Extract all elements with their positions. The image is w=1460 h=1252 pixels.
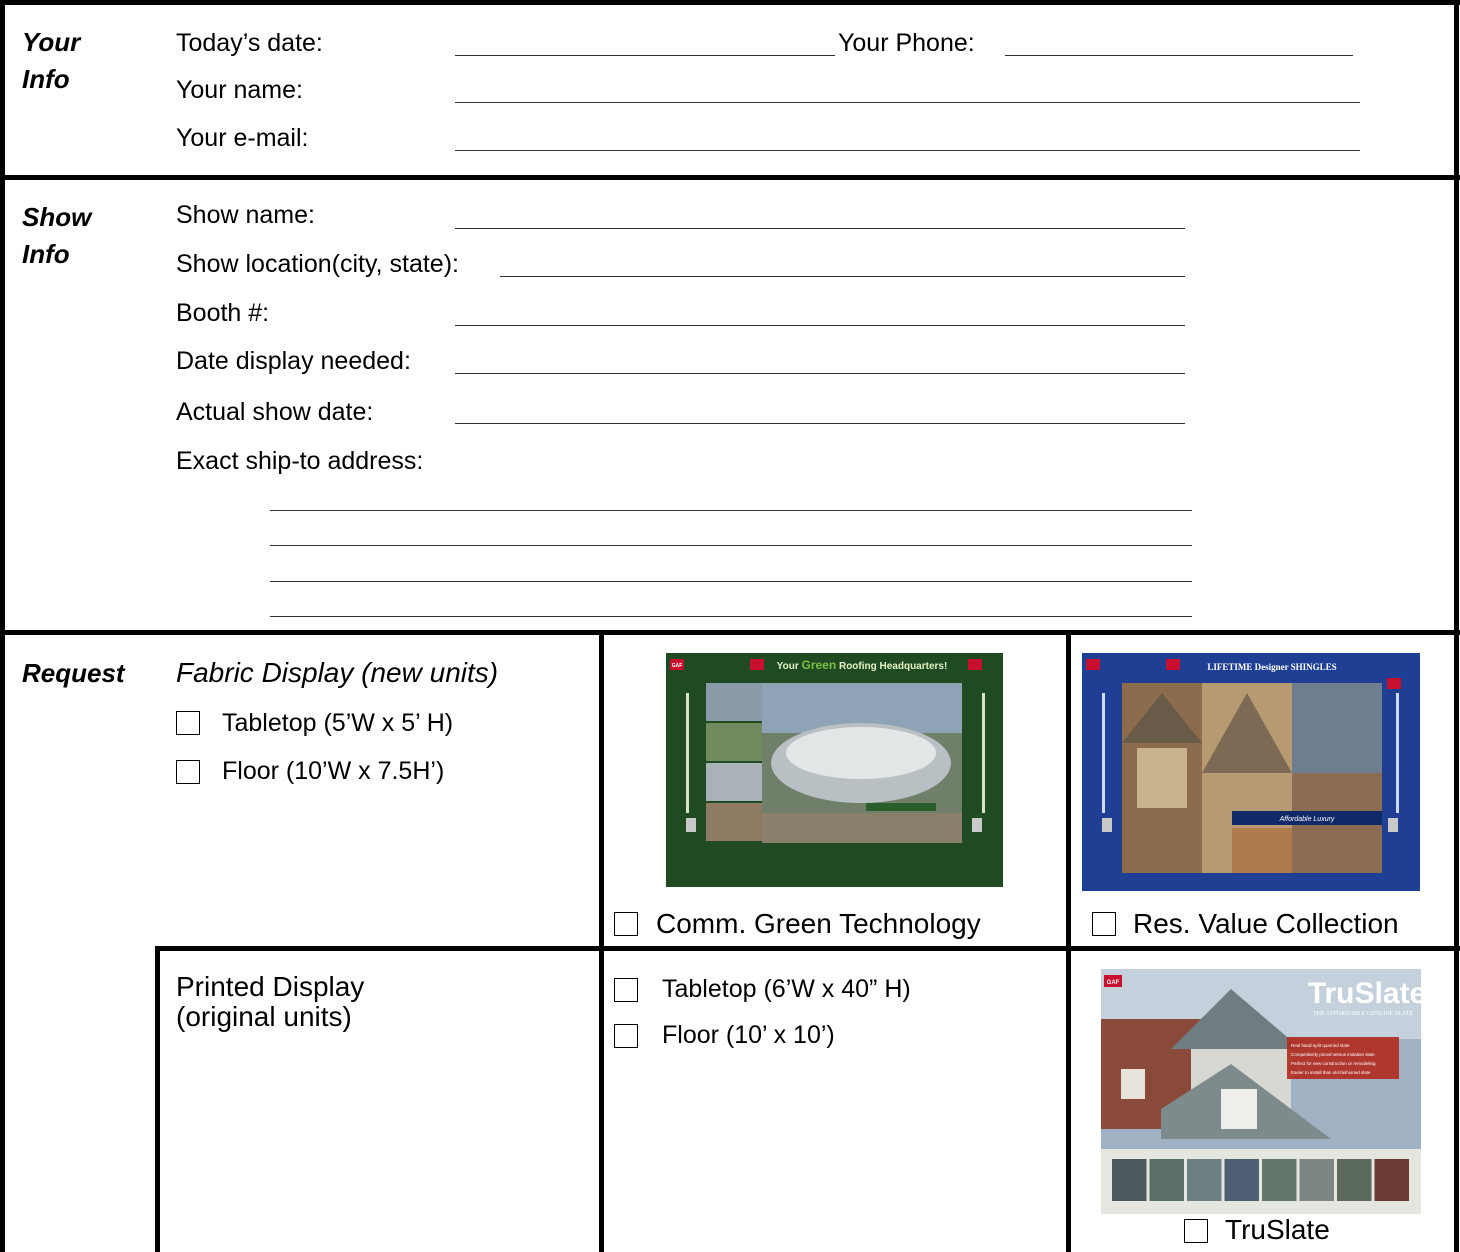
truslate-swatch — [1112, 1159, 1147, 1201]
frame-right — [1454, 0, 1459, 1252]
your-name-field[interactable] — [455, 102, 1360, 103]
truslate-swatch — [1299, 1159, 1334, 1201]
your-email-field[interactable] — [455, 150, 1360, 151]
svg-text:Competitively priced versus im: Competitively priced versus imitation sl… — [1291, 1052, 1375, 1057]
svg-text:LIFETIME Designer SHINGLES: LIFETIME Designer SHINGLES — [1207, 662, 1336, 672]
printed-display-heading: Printed Display (original units) — [176, 971, 365, 1032]
value-collection-poster: LIFETIME Designer SHINGLES Affordable Lu… — [1082, 653, 1420, 891]
todays-date-label: Today’s date: — [176, 29, 323, 57]
svg-text:Easier to install than old-fas: Easier to install than old-fashioned sla… — [1291, 1070, 1371, 1075]
printed-floor-label: Floor (10’ x 10’) — [662, 1021, 835, 1049]
show-location-label: Show location(city, state): — [176, 250, 459, 278]
printed-tabletop-label: Tabletop (6’W x 40” H) — [662, 975, 911, 1003]
date-display-needed-label: Date display needed: — [176, 347, 411, 375]
divider-show-request — [0, 630, 1460, 635]
ship-to-line-1[interactable] — [270, 510, 1192, 511]
truslate-swatch — [1337, 1159, 1372, 1201]
truslate-swatch — [1262, 1159, 1297, 1201]
truslate-poster: GAF TruSlate THE AFFORDABLE GENUINE SLAT… — [1101, 969, 1421, 1214]
svg-text:GAF: GAF — [1107, 980, 1120, 986]
your-email-label: Your e-mail: — [176, 124, 309, 152]
truslate-checkbox[interactable] — [1184, 1219, 1208, 1243]
fabric-tabletop-checkbox[interactable] — [176, 711, 200, 735]
svg-text:TruSlate: TruSlate — [1308, 977, 1421, 1010]
frame-left — [0, 0, 5, 1252]
your-info-heading: Your Info — [22, 27, 81, 94]
printed-tabletop-checkbox[interactable] — [614, 978, 638, 1002]
show-name-field[interactable] — [455, 228, 1185, 229]
truslate-swatch — [1374, 1159, 1409, 1201]
actual-show-date-label: Actual show date: — [176, 398, 374, 426]
value-collection-caption: Res. Value Collection — [1133, 908, 1399, 939]
svg-text:GAF: GAF — [672, 663, 683, 669]
truslate-swatch — [1149, 1159, 1184, 1201]
frame-top — [0, 0, 1460, 5]
fabric-floor-label: Floor (10’W x 7.5H’) — [222, 757, 445, 785]
actual-show-date-field[interactable] — [455, 423, 1185, 424]
green-technology-caption: Comm. Green Technology — [656, 908, 981, 939]
show-info-heading: Show Info — [22, 202, 92, 269]
green-poster-image: GAF Your Green Roofing Headquarters! — [666, 653, 1003, 887]
green-technology-checkbox[interactable] — [614, 912, 638, 936]
show-location-field[interactable] — [500, 276, 1185, 277]
divider-printed-left — [155, 946, 160, 1252]
divider-col-1 — [599, 630, 604, 1252]
truslate-poster-image: GAF TruSlate THE AFFORDABLE GENUINE SLAT… — [1101, 969, 1421, 1214]
your-name-label: Your name: — [176, 76, 303, 104]
divider-col-2 — [1066, 630, 1071, 1252]
value-collection-checkbox[interactable] — [1092, 912, 1116, 936]
show-name-label: Show name: — [176, 201, 315, 229]
svg-text:Perfect for new construction o: Perfect for new construction or remodeli… — [1291, 1061, 1376, 1066]
svg-text:THE AFFORDABLE GENUINE SLATE: THE AFFORDABLE GENUINE SLATE — [1313, 1011, 1413, 1017]
fabric-floor-checkbox[interactable] — [176, 760, 200, 784]
fabric-display-heading: Fabric Display (new units) — [176, 657, 499, 688]
your-phone-label: Your Phone: — [838, 29, 975, 57]
booth-label: Booth #: — [176, 299, 270, 327]
svg-text:Your Green Roofing Headquarter: Your Green Roofing Headquarters! — [777, 658, 948, 672]
truslate-swatch — [1187, 1159, 1222, 1201]
todays-date-field[interactable] — [455, 55, 835, 56]
green-technology-poster: GAF Your Green Roofing Headquarters! — [666, 653, 1003, 887]
date-display-needed-field[interactable] — [455, 373, 1185, 374]
divider-request-printed — [155, 946, 1460, 951]
truslate-caption: TruSlate — [1225, 1214, 1330, 1245]
divider-your-show — [0, 175, 1460, 180]
ship-to-line-4[interactable] — [270, 616, 1192, 617]
printed-floor-checkbox[interactable] — [614, 1024, 638, 1048]
fabric-tabletop-label: Tabletop (5’W x 5’ H) — [222, 709, 454, 737]
ship-to-line-3[interactable] — [270, 581, 1192, 582]
truslate-swatch — [1224, 1159, 1259, 1201]
request-heading: Request — [22, 658, 125, 688]
ship-to-line-2[interactable] — [270, 545, 1192, 546]
ship-to-label: Exact ship-to address: — [176, 447, 424, 475]
your-phone-field[interactable] — [1005, 55, 1353, 56]
booth-field[interactable] — [455, 325, 1185, 326]
value-poster-image: LIFETIME Designer SHINGLES Affordable Lu… — [1082, 653, 1420, 891]
svg-text:Real hand-split quarried slate: Real hand-split quarried slate — [1291, 1043, 1350, 1048]
svg-text:Affordable Luxury: Affordable Luxury — [1279, 816, 1335, 823]
